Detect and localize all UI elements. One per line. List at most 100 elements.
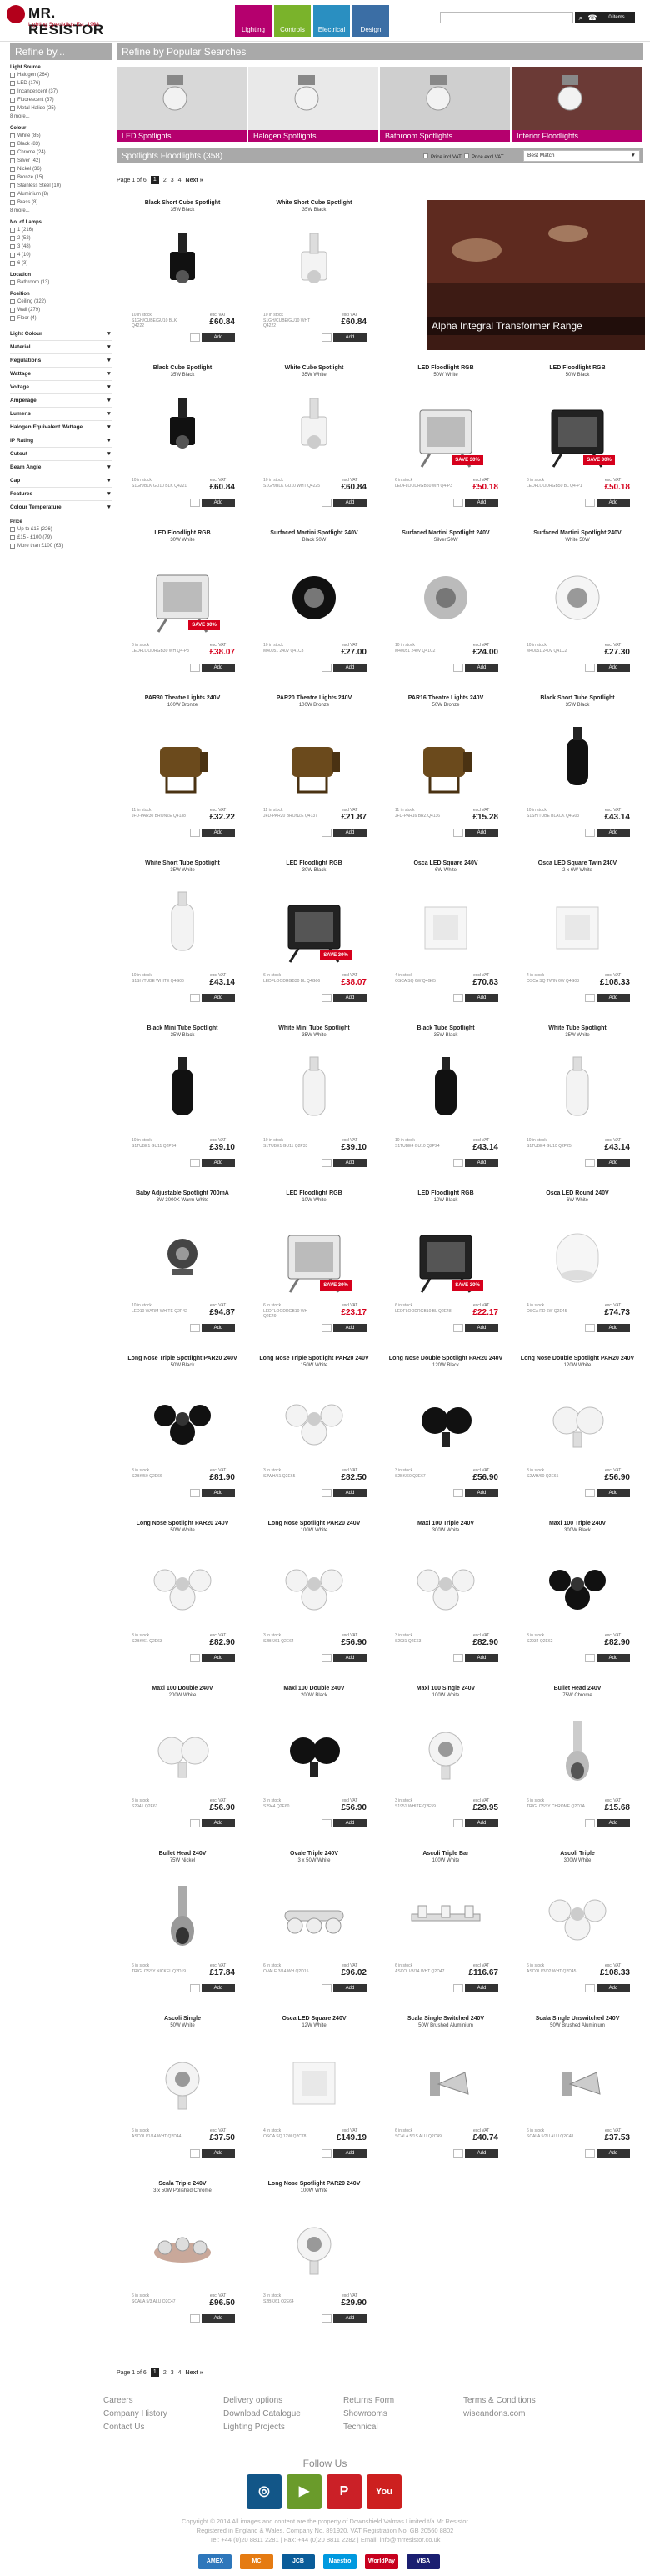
product-image[interactable] xyxy=(537,1217,618,1299)
product-image[interactable] xyxy=(537,1877,618,1959)
sort-select[interactable]: Best Match ▼ xyxy=(523,150,640,162)
filter-option[interactable]: 2 (52) xyxy=(10,234,112,243)
add-to-basket-button[interactable]: Add xyxy=(597,1159,630,1167)
product-name[interactable]: PAR16 Theatre Lights 240V xyxy=(380,695,512,701)
add-to-basket-button[interactable]: Add xyxy=(202,1324,235,1332)
filter-checkbox[interactable] xyxy=(10,150,15,155)
filter-fold[interactable]: Beam Angle ▼ xyxy=(10,461,112,474)
product-image[interactable] xyxy=(405,2042,487,2124)
filter-checkbox[interactable] xyxy=(10,73,15,78)
product-name[interactable]: Maxi 100 Triple 240V xyxy=(380,1521,512,1526)
footer-link[interactable]: Technical xyxy=(343,2421,460,2434)
quantity-input[interactable] xyxy=(190,1489,200,1497)
filter-option[interactable]: Bathroom (13) xyxy=(10,278,112,287)
social-icon[interactable]: ◎ xyxy=(247,2474,282,2509)
product-name[interactable]: LED Floodlight RGB xyxy=(380,1190,512,1196)
filter-option[interactable]: Incandescent (37) xyxy=(10,88,112,96)
product-name[interactable]: Black Mini Tube Spotlight xyxy=(117,1025,248,1031)
product-image[interactable] xyxy=(142,1382,223,1464)
filter-fold[interactable]: IP Rating ▼ xyxy=(10,434,112,448)
quantity-input[interactable] xyxy=(453,829,463,837)
product-card[interactable]: Surfaced Martini Spotlight 240V Silver 50… xyxy=(380,522,512,687)
filter-checkbox[interactable] xyxy=(10,133,15,138)
filter-option[interactable]: Bronze (15) xyxy=(10,173,112,182)
add-to-basket-button[interactable]: Add xyxy=(202,1984,235,1992)
popular-search-banner[interactable]: Interior Floodlights xyxy=(512,67,642,142)
product-image[interactable] xyxy=(537,1547,618,1629)
filter-checkbox[interactable] xyxy=(10,228,15,233)
page-link[interactable]: 2 xyxy=(163,2370,167,2376)
product-card[interactable]: White Tube Spotlight 35W White 10 in stock… xyxy=(512,1017,643,1182)
filter-checkbox[interactable] xyxy=(10,244,15,249)
product-card[interactable]: PAR30 Theatre Lights 240V 100W Bronze 11 i… xyxy=(117,687,248,852)
product-card[interactable]: Long Nose Double Spotlight PAR20 240V 120… xyxy=(512,1347,643,1512)
product-card[interactable]: Maxi 100 Double 240V 200W White 3 in stock… xyxy=(117,1677,248,1842)
product-name[interactable]: Osca LED Square Twin 240V xyxy=(512,860,643,866)
product-card[interactable]: Long Nose Spotlight PAR20 240V 50W White 3… xyxy=(117,1512,248,1677)
filter-checkbox[interactable] xyxy=(10,308,15,313)
filter-option[interactable]: Silver (42) xyxy=(10,157,112,165)
product-name[interactable]: LED Floodlight RGB xyxy=(248,860,380,866)
product-image[interactable] xyxy=(537,722,618,804)
quantity-input[interactable] xyxy=(322,1819,332,1827)
product-card[interactable]: White Mini Tube Spotlight 35W White 10 in … xyxy=(248,1017,380,1182)
nav-category[interactable]: Electrical xyxy=(313,5,350,37)
popular-search-banner[interactable]: LED Spotlights xyxy=(117,67,247,142)
product-name[interactable]: Ovale Triple 240V xyxy=(248,1851,380,1857)
quantity-input[interactable] xyxy=(585,994,595,1002)
filter-option[interactable]: Fluorescent (37) xyxy=(10,96,112,104)
add-to-basket-button[interactable]: Add xyxy=(333,1489,367,1497)
filter-checkbox[interactable] xyxy=(10,280,15,285)
add-to-basket-button[interactable]: Add xyxy=(333,1654,367,1662)
filter-option[interactable]: White (85) xyxy=(10,132,112,140)
quantity-input[interactable] xyxy=(322,499,332,507)
product-image[interactable] xyxy=(273,722,355,804)
add-to-basket-button[interactable]: Add xyxy=(597,994,630,1002)
filter-checkbox[interactable] xyxy=(10,183,15,188)
quantity-input[interactable] xyxy=(453,1819,463,1827)
product-name[interactable]: PAR30 Theatre Lights 240V xyxy=(117,695,248,701)
quantity-input[interactable] xyxy=(322,1654,332,1662)
filter-checkbox[interactable] xyxy=(10,527,15,532)
product-image[interactable] xyxy=(405,1547,487,1629)
product-name[interactable]: White Short Cube Spotlight xyxy=(248,200,380,206)
product-card[interactable]: Osca LED Round 240V 6W White 4 in stock OSC… xyxy=(512,1182,643,1347)
product-name[interactable]: PAR20 Theatre Lights 240V xyxy=(248,695,380,701)
popular-search-banner[interactable]: Halogen Spotlights xyxy=(248,67,378,142)
footer-link[interactable]: Company History xyxy=(103,2408,220,2421)
quantity-input[interactable] xyxy=(190,1654,200,1662)
add-to-basket-button[interactable]: Add xyxy=(202,994,235,1002)
quantity-input[interactable] xyxy=(453,664,463,672)
filter-checkbox[interactable] xyxy=(10,299,15,304)
quantity-input[interactable] xyxy=(585,1984,595,1992)
quantity-input[interactable] xyxy=(453,994,463,1002)
product-card[interactable]: White Short Tube Spotlight 35W White 10 in… xyxy=(117,852,248,1017)
product-name[interactable]: Osca LED Square 240V xyxy=(248,2016,380,2022)
nav-category[interactable]: Lighting xyxy=(235,5,272,37)
footer-link[interactable]: Terms & Conditions xyxy=(463,2394,580,2408)
product-card[interactable]: White Short Cube Spotlight 35W Black 10 in… xyxy=(248,192,380,357)
product-name[interactable]: Scala Triple 240V xyxy=(117,2181,248,2187)
product-image[interactable] xyxy=(405,722,487,804)
quantity-input[interactable] xyxy=(585,664,595,672)
add-to-basket-button[interactable]: Add xyxy=(597,1819,630,1827)
product-image[interactable] xyxy=(142,1052,223,1134)
product-card[interactable]: Long Nose Triple Spotlight PAR20 240V 150… xyxy=(248,1347,380,1512)
add-to-basket-button[interactable]: Add xyxy=(465,829,498,837)
filter-option[interactable]: Chrome (24) xyxy=(10,148,112,157)
add-to-basket-button[interactable]: Add xyxy=(465,1819,498,1827)
product-card[interactable]: Black Short Tube Spotlight 35W Black 10 in… xyxy=(512,687,643,852)
filter-option[interactable]: 6 (3) xyxy=(10,259,112,268)
page-link[interactable]: 4 xyxy=(178,2370,182,2376)
quantity-input[interactable] xyxy=(190,1159,200,1167)
product-name[interactable]: Black Tube Spotlight xyxy=(380,1025,512,1031)
add-to-basket-button[interactable]: Add xyxy=(465,994,498,1002)
product-name[interactable]: Long Nose Double Spotlight PAR20 240V xyxy=(380,1356,512,1361)
product-name[interactable]: Black Short Cube Spotlight xyxy=(117,200,248,206)
filter-option[interactable]: LED (176) xyxy=(10,79,112,88)
quantity-input[interactable] xyxy=(322,1984,332,1992)
filter-checkbox[interactable] xyxy=(10,167,15,172)
add-to-basket-button[interactable]: Add xyxy=(597,499,630,507)
product-card[interactable]: Scala Single Unswitched 240V 50W Brushed … xyxy=(512,2007,643,2173)
product-name[interactable]: Ascoli Triple Bar xyxy=(380,1851,512,1857)
